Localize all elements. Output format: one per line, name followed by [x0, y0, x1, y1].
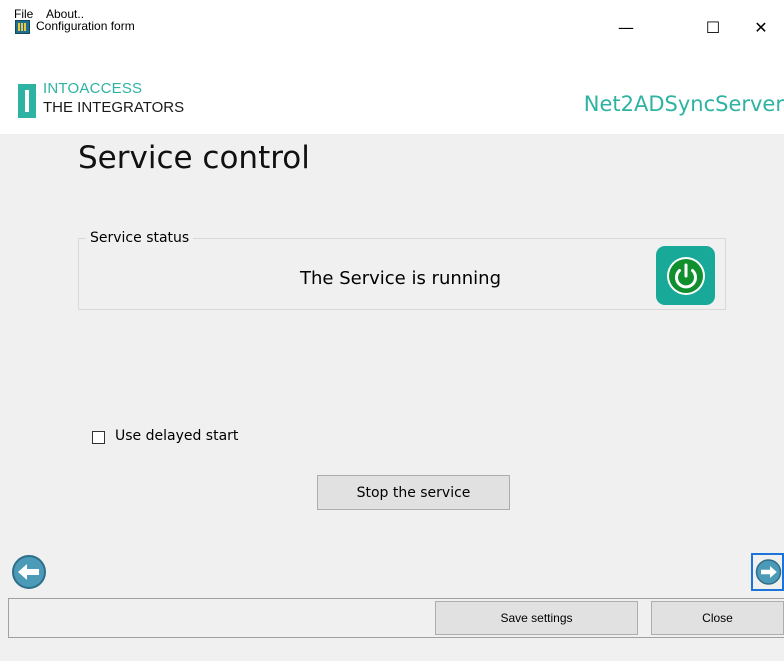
delayed-start-checkbox[interactable] [92, 431, 105, 444]
product-name: Net2ADSyncServer [583, 92, 784, 116]
brand-name: INTOACCESS [43, 80, 143, 97]
brand-tagline: THE INTEGRATORS [43, 99, 185, 116]
intoaccess-logo [18, 84, 36, 118]
power-symbol [666, 256, 705, 295]
service-status-text: The Service is running [300, 268, 502, 289]
save-settings-button[interactable]: Save settings [435, 601, 638, 635]
window-title: Configuration form [36, 19, 135, 33]
arrow-right-icon [755, 559, 782, 585]
menu-item-file[interactable]: File [14, 7, 33, 21]
menu-bar [0, 46, 784, 74]
power-icon[interactable] [656, 246, 715, 305]
close-window-button[interactable]: ✕ [738, 11, 784, 43]
close-button[interactable]: Close [651, 601, 784, 635]
stop-service-button[interactable]: Stop the service [317, 475, 510, 510]
delayed-start-label: Use delayed start [115, 428, 239, 444]
maximize-button[interactable]: ☐ [690, 11, 736, 43]
page-title: Service control [78, 140, 310, 176]
service-status-legend: Service status [86, 230, 194, 246]
arrow-left-icon [12, 555, 46, 589]
menu-item-about[interactable]: About.. [46, 7, 84, 21]
previous-page-button[interactable] [10, 553, 48, 591]
next-page-button[interactable] [751, 553, 784, 591]
minimize-button[interactable]: — [603, 11, 649, 43]
app-icon [15, 20, 30, 34]
